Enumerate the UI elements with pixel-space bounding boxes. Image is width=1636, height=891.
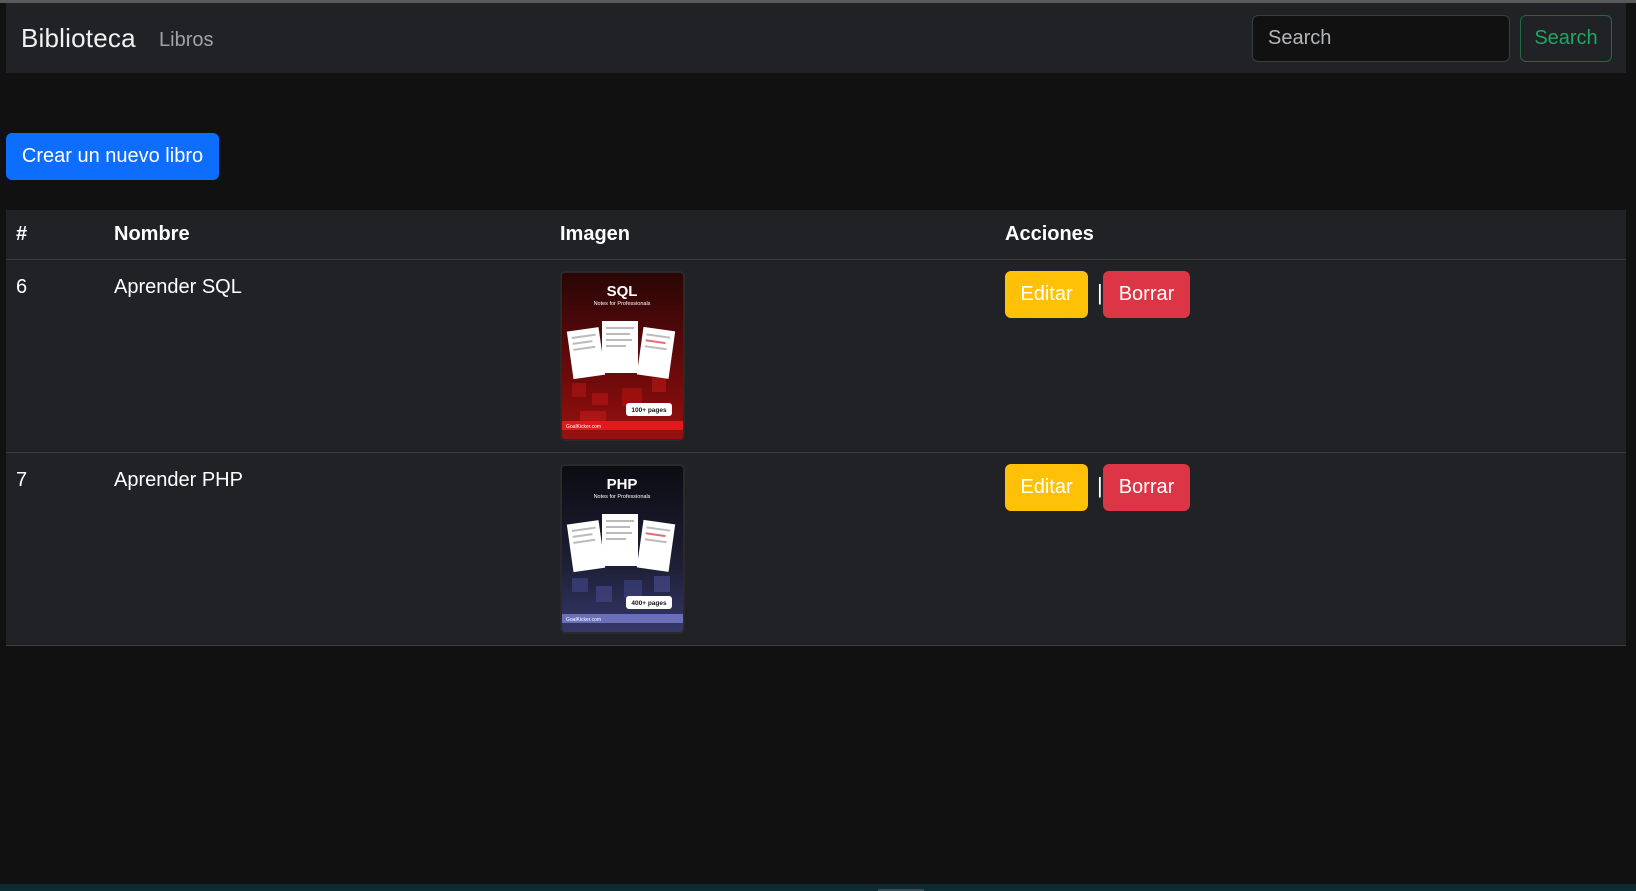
navbar: Biblioteca Libros Search (6, 3, 1626, 73)
table-row: 6 Aprender SQL SQL Notes for Professiona… (6, 260, 1626, 453)
table-row: 7 Aprender PHP PHP Notes for Professiona… (6, 453, 1626, 646)
action-separator: | (1097, 473, 1103, 498)
delete-button[interactable]: Borrar (1103, 271, 1190, 318)
table-header: # Nombre Imagen Acciones (6, 210, 1626, 260)
navbar-brand[interactable]: Biblioteca (21, 23, 136, 54)
cover-subtitle: Notes for Professionals (594, 494, 651, 500)
header-acciones: Acciones (1005, 223, 1094, 245)
search-button[interactable]: Search (1520, 15, 1612, 62)
row-name: Aprender SQL (114, 276, 242, 298)
create-book-button[interactable]: Crear un nuevo libro (6, 133, 219, 180)
action-separator: | (1097, 280, 1103, 305)
row-name: Aprender PHP (114, 469, 243, 491)
header-nombre: Nombre (114, 223, 190, 245)
header-imagen: Imagen (560, 223, 631, 245)
edit-button[interactable]: Editar (1005, 464, 1088, 511)
php-cover-art: PHP Notes for Professionals 400+ pages G… (562, 466, 683, 632)
book-cover-image: PHP Notes for Professionals 400+ pages G… (560, 464, 685, 634)
row-id: 7 (16, 469, 28, 491)
search-input[interactable] (1252, 15, 1510, 62)
cover-site: GoalKicker.com (566, 424, 601, 430)
window-bottom-bar (0, 884, 1636, 891)
nav-link-libros[interactable]: Libros (159, 29, 213, 52)
books-table: # Nombre Imagen Acciones 6 Aprender SQL (6, 210, 1626, 646)
delete-button[interactable]: Borrar (1103, 464, 1190, 511)
cover-site: GoalKicker.com (566, 617, 601, 623)
header-id: # (16, 223, 28, 245)
cover-title: SQL (607, 283, 638, 300)
edit-button[interactable]: Editar (1005, 271, 1088, 318)
sql-cover-art: SQL Notes for Professionals 100+ pages G… (562, 273, 683, 439)
cover-pages: 100+ pages (631, 407, 667, 414)
cover-pages: 400+ pages (631, 600, 667, 607)
cover-title: PHP (607, 476, 638, 493)
book-cover-image: SQL Notes for Professionals 100+ pages G… (560, 271, 685, 441)
cover-subtitle: Notes for Professionals (594, 301, 651, 307)
row-id: 6 (16, 276, 28, 298)
